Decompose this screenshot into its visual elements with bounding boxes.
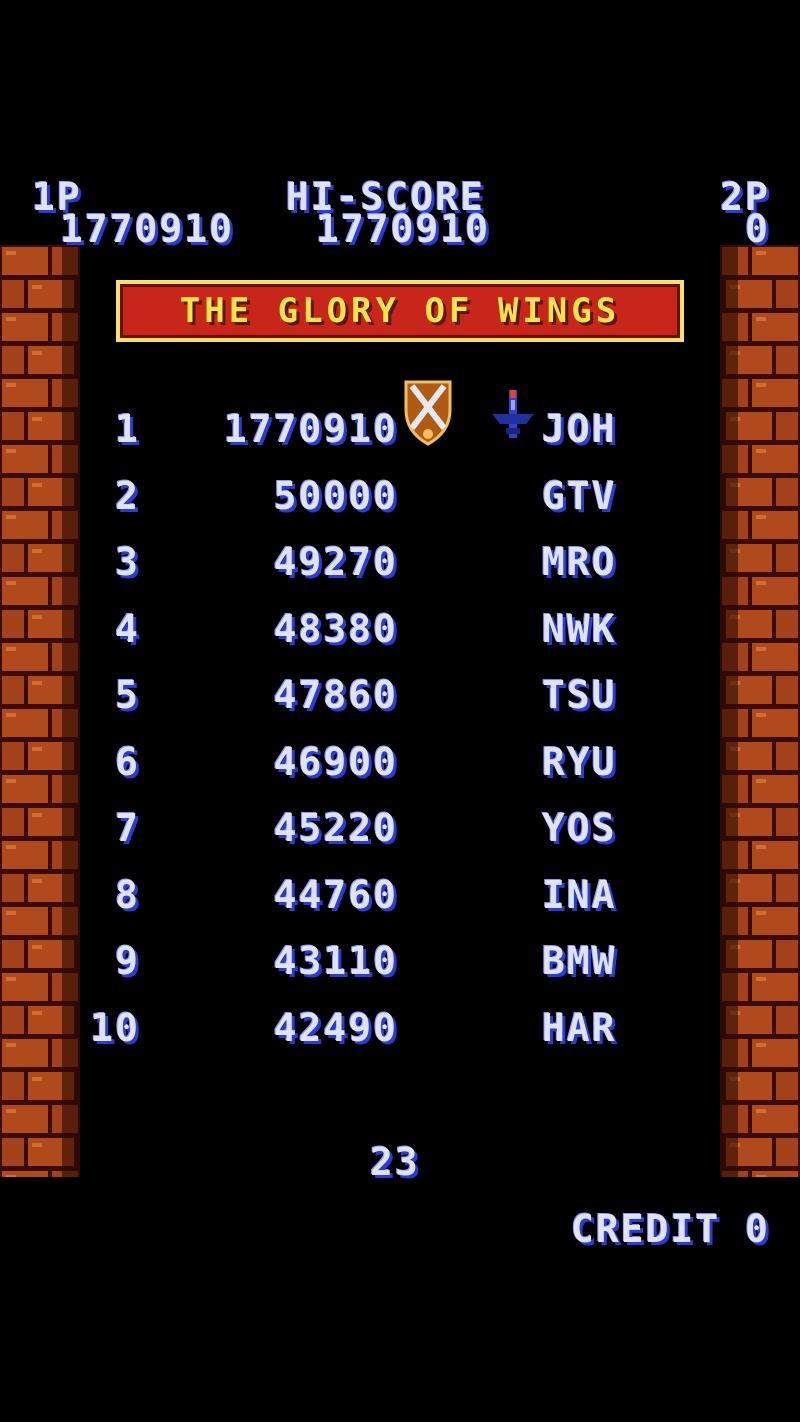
rank-rank: 7 — [115, 806, 140, 850]
table-row: 8 44760 INA — [0, 870, 800, 920]
rank-score: 42490 — [273, 1005, 398, 1050]
rank-rank: 3 — [115, 540, 140, 584]
table-row: 1 1770910 JOH — [0, 404, 800, 454]
rank-score: 49270 — [273, 540, 398, 584]
table-row: 2 50000 GTV — [0, 471, 800, 521]
table-row: 10 42490 HAR — [0, 1003, 800, 1053]
credit-counter: CREDIT 0 — [570, 1207, 770, 1251]
table-row: 9 43110 BMW — [0, 936, 800, 986]
rank-rank: 5 — [115, 673, 140, 717]
table-row: 5 47860 TSU — [0, 670, 800, 720]
rank-score: 45220 — [273, 806, 398, 850]
hiscore-value: 1770910 — [316, 207, 491, 251]
countdown-timer: 23 — [370, 1140, 420, 1184]
rank-name: MRO — [542, 540, 617, 584]
rank-rank: 10 — [90, 1005, 140, 1050]
game-title: THE GLORY OF WINGS — [179, 291, 621, 331]
rank-name: BMW — [542, 939, 617, 983]
table-row: 4 48380 NWK — [0, 604, 800, 654]
table-row: 3 49270 MRO — [0, 537, 800, 587]
rank-name: NWK — [542, 606, 617, 651]
rank-score: 44760 — [273, 872, 398, 917]
rank-rank: 6 — [115, 739, 140, 784]
rank-rank: 2 — [115, 473, 140, 518]
p2-score: 0 — [745, 207, 770, 251]
rank-score: 43110 — [273, 939, 398, 983]
rank-rank: 1 — [115, 407, 140, 451]
rank-rank: 9 — [115, 939, 140, 983]
table-row: 6 46900 RYU — [0, 737, 800, 787]
table-row: 7 45220 YOS — [0, 803, 800, 853]
rank-name: GTV — [542, 473, 617, 518]
rank-score: 1770910 — [223, 407, 398, 451]
rank-name: HAR — [542, 1005, 617, 1050]
rank-name: YOS — [542, 806, 617, 850]
rank-rank: 8 — [115, 872, 140, 917]
rank-rank: 4 — [115, 606, 140, 651]
rank-score: 47860 — [273, 673, 398, 717]
title-banner: THE GLORY OF WINGS — [116, 280, 684, 342]
rank-name: JOH — [542, 407, 617, 451]
rank-name: INA — [542, 872, 617, 917]
rank-name: RYU — [542, 739, 617, 784]
rank-name: TSU — [542, 673, 617, 717]
rank-score: 46900 — [273, 739, 398, 784]
p1-score: 1770910 — [60, 207, 235, 251]
rank-score: 50000 — [273, 473, 398, 518]
rank-score: 48380 — [273, 606, 398, 651]
